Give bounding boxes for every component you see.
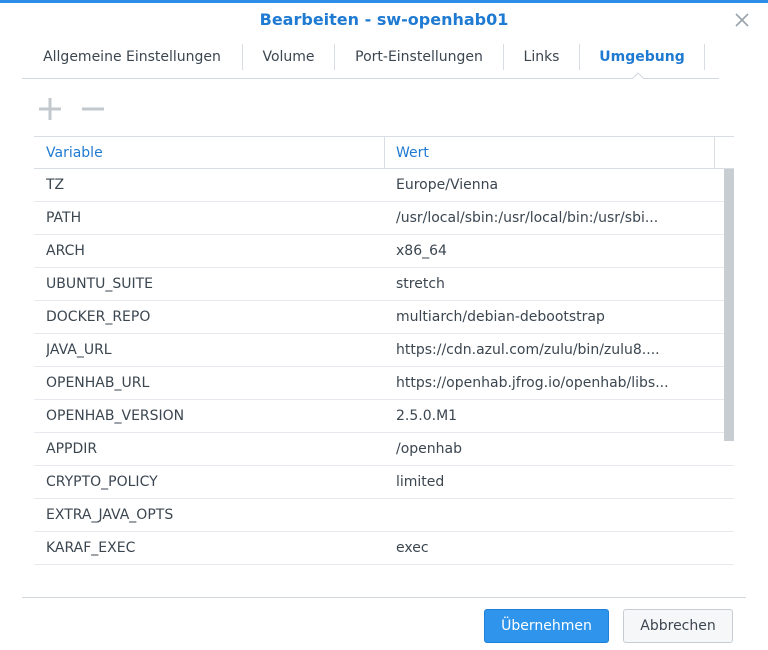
tab-separator — [704, 44, 705, 70]
cancel-button[interactable]: Abbrechen — [623, 609, 733, 643]
variable-cell: PATH — [46, 210, 82, 226]
table-body: TZ Europe/Vienna PATH /usr/local/sbin:/u… — [34, 169, 734, 565]
footer-divider — [22, 597, 746, 598]
column-header-variable[interactable]: Variable — [34, 137, 384, 169]
tab-umgebung[interactable]: Umgebung — [580, 40, 704, 74]
variable-cell: TZ — [46, 177, 65, 193]
tab-links[interactable]: Links — [504, 40, 579, 74]
value-cell: https://openhab.jfrog.io/openhab/libs... — [396, 375, 669, 391]
value-cell: https://cdn.azul.com/zulu/bin/zulu8.... — [396, 342, 660, 358]
variable-cell: OPENHAB_VERSION — [46, 408, 185, 424]
value-cell: x86_64 — [396, 243, 447, 259]
tab-bar-underline — [22, 78, 719, 79]
table-row[interactable]: OPENHAB_URL https://openhab.jfrog.io/ope… — [34, 367, 734, 400]
value-cell: /usr/local/sbin:/usr/local/bin:/usr/sbi.… — [396, 210, 659, 226]
value-cell: Europe/Vienna — [396, 177, 499, 193]
tab-port-einstellungen[interactable]: Port-Einstellungen — [335, 40, 503, 74]
column-separator — [714, 137, 715, 169]
table-row[interactable]: CRYPTO_POLICY limited — [34, 466, 734, 499]
table-row[interactable]: EXTRA_JAVA_OPTS — [34, 499, 734, 532]
tab-allgemeine-einstellungen[interactable]: Allgemeine Einstellungen — [22, 40, 242, 74]
table-row[interactable]: PATH /usr/local/sbin:/usr/local/bin:/usr… — [34, 202, 734, 235]
environment-table: Variable Wert TZ Europe/Vienna PATH /usr… — [34, 136, 734, 566]
value-cell: /openhab — [396, 441, 462, 457]
table-row[interactable]: TZ Europe/Vienna — [34, 169, 734, 202]
table-row[interactable]: DOCKER_REPO multiarch/debian-debootstrap — [34, 301, 734, 334]
variable-cell: JAVA_URL — [46, 342, 112, 358]
dialog-top-accent — [0, 0, 768, 3]
value-cell — [396, 499, 696, 531]
variable-cell: OPENHAB_URL — [46, 375, 150, 391]
table-row[interactable]: KARAF_EXEC exec — [34, 532, 734, 565]
column-header-wert[interactable]: Wert — [384, 137, 714, 169]
table-row[interactable]: OPENHAB_VERSION 2.5.0.M1 — [34, 400, 734, 433]
table-row[interactable]: JAVA_URL https://cdn.azul.com/zulu/bin/z… — [34, 334, 734, 367]
plus-icon[interactable] — [37, 96, 63, 122]
table-row[interactable]: ARCH x86_64 — [34, 235, 734, 268]
value-cell: stretch — [396, 276, 445, 292]
variable-cell: UBUNTU_SUITE — [46, 276, 154, 292]
variable-cell: APPDIR — [46, 441, 98, 457]
variable-cell: DOCKER_REPO — [46, 309, 151, 325]
dialog-title: Bearbeiten - sw-openhab01 — [259, 10, 509, 29]
variable-cell: CRYPTO_POLICY — [46, 474, 158, 490]
table-row[interactable]: APPDIR /openhab — [34, 433, 734, 466]
table-header: Variable Wert — [34, 136, 734, 169]
value-cell: limited — [396, 474, 445, 490]
variable-cell: ARCH — [46, 243, 85, 259]
value-cell: 2.5.0.M1 — [396, 408, 458, 424]
value-cell: multiarch/debian-debootstrap — [396, 309, 605, 325]
variable-cell: EXTRA_JAVA_OPTS — [46, 507, 174, 523]
value-cell: exec — [396, 540, 429, 556]
tab-bar: Allgemeine Einstellungen Volume Port-Ein… — [22, 40, 719, 80]
minus-icon[interactable] — [80, 96, 106, 122]
apply-button[interactable]: Übernehmen — [484, 609, 609, 643]
table-scrollbar-thumb[interactable] — [724, 169, 734, 441]
close-icon[interactable] — [733, 11, 751, 29]
active-tab-caret-icon — [632, 72, 644, 79]
table-row[interactable]: UBUNTU_SUITE stretch — [34, 268, 734, 301]
variable-cell: KARAF_EXEC — [46, 540, 136, 556]
tab-volume[interactable]: Volume — [243, 40, 334, 74]
